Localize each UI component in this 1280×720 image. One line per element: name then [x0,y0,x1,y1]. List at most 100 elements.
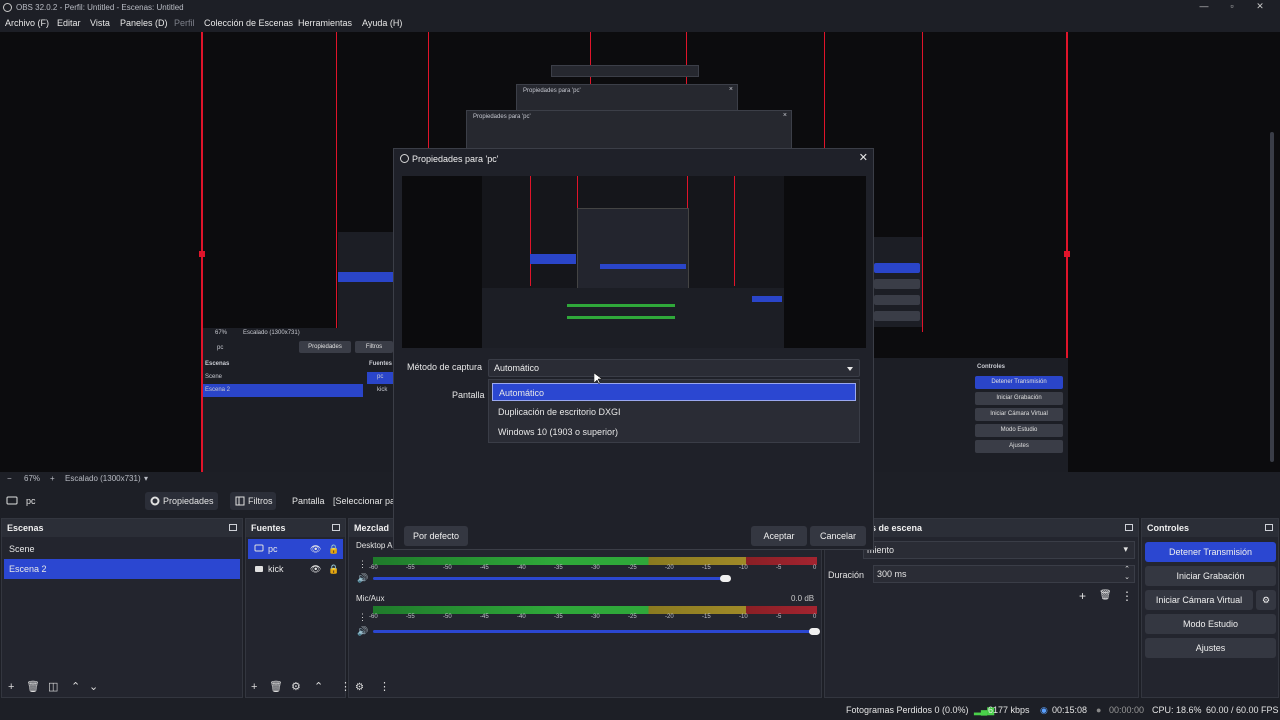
volume-slider[interactable] [373,577,728,580]
menu-archivo[interactable]: Archivo (F) [5,18,49,28]
screen-select[interactable]: [Seleccionar pa [333,496,395,506]
eye-icon[interactable]: 👁 [310,539,321,559]
filters-button[interactable]: Filtros [230,492,276,510]
trash-icon[interactable]: 🗑 [269,680,283,693]
nested-filters: Filtros [355,341,393,353]
settings-button[interactable]: Ajustes [1145,638,1276,658]
ok-button[interactable]: Aceptar [751,526,807,546]
nested-scenes-header: Escenas [205,361,230,367]
controls-header: Controles [1147,523,1190,533]
speaker-icon[interactable]: 🔊 [357,573,368,584]
move-down-icon[interactable]: ⌄ [89,680,98,693]
fps: 60.00 / 60.00 FPS [1206,705,1279,715]
meter-tick-label: -20 [665,614,674,620]
scene-item[interactable]: Scene [4,539,240,559]
gear-icon[interactable]: ⚙ [291,680,301,693]
stop-streaming-button[interactable]: Detener Transmisión [1145,542,1276,562]
undock-icon[interactable] [229,524,237,531]
dropdown-option[interactable]: Windows 10 (1903 o superior) [492,423,856,441]
close-icon[interactable]: ✕ [1253,1,1267,13]
maximize-icon[interactable]: ▫ [1225,1,1239,13]
bitrate: 6177 kbps [988,705,1030,715]
more-icon[interactable]: ⋮ [358,612,367,623]
dropdown-option[interactable]: Duplicación de escritorio DXGI [492,403,856,421]
add-icon[interactable]: + [1079,589,1086,603]
undock-icon[interactable] [332,524,340,531]
controls-dock: Controles Detener Transmisión Iniciar Gr… [1141,518,1279,698]
minimize-icon[interactable]: — [1197,1,1211,13]
more-icon[interactable]: ⋮ [379,680,390,693]
undock-icon[interactable] [1125,524,1133,531]
scene-item-selected[interactable]: Escena 2 [4,559,240,579]
add-icon[interactable]: + [8,681,14,693]
controls-dock-header: Controles [1142,519,1278,537]
sources-header: Fuentes [251,523,286,533]
meter-tick-label: -10 [739,614,748,620]
preview-scrollbar[interactable] [1270,132,1274,462]
menu-coleccion-escenas[interactable]: Colección de Escenas [204,18,293,28]
cursor-icon [594,373,602,385]
more-icon[interactable]: ⋮ [1121,589,1133,603]
lock-icon[interactable]: 🔒 [328,539,339,559]
obs-logo-icon [3,3,12,12]
nested-guide [530,176,531,286]
channel-name: Mic/Aux [356,594,385,603]
spin-down-icon[interactable]: ⌄ [1124,573,1130,581]
close-icon[interactable]: ✕ [859,151,868,164]
add-icon[interactable]: + [251,681,257,693]
cancel-button[interactable]: Cancelar [810,526,866,546]
scale-mode-select[interactable]: Escalado (1300x731) [65,474,141,483]
source-item-selected[interactable]: pc 👁 🔒 [248,539,343,559]
properties-button[interactable]: Propiedades [145,492,218,510]
zoom-in-button[interactable]: + [50,474,55,483]
transition-select[interactable]: miento ▾ [863,541,1135,559]
nested-selection [338,272,393,282]
dialog-preview [402,176,866,348]
menu-editar[interactable]: Editar [57,18,81,28]
dropdown-option-selected[interactable]: Automático [492,383,856,401]
volume-knob[interactable] [809,628,820,635]
menu-perfil[interactable]: Perfil [174,18,195,28]
more-icon[interactable]: ⋮ [358,559,367,570]
spin-up-icon[interactable]: ⌃ [1124,565,1130,573]
move-up-icon[interactable]: ⌃ [71,680,80,693]
filter-icon[interactable]: ◫ [48,680,58,693]
meter-tick-label: -35 [554,614,563,620]
zoom-out-button[interactable]: − [7,474,12,483]
chevron-down-icon [847,367,853,371]
audio-meter [373,606,817,614]
menu-vista[interactable]: Vista [90,18,110,28]
ghost-window [551,65,699,77]
nested-obs-left: 67% Escalado (1300x731) pc Propiedades F… [203,328,393,472]
meter-tick-label: -55 [406,614,415,620]
trash-icon[interactable]: 🗑 [26,680,40,693]
gear-icon[interactable]: ⚙ [355,682,364,693]
channel-db: 0.0 dB [791,594,815,603]
start-recording-button[interactable]: Iniciar Grabación [1145,566,1276,586]
duration-spinbox[interactable]: 300 ms ⌃ ⌄ [873,565,1135,583]
virtual-camera-settings-button[interactable]: ⚙ [1256,590,1276,610]
volume-slider[interactable] [373,630,817,633]
capture-method-select[interactable]: Automático [488,359,860,377]
nested-obs-deeper [338,232,393,328]
menu-herramientas[interactable]: Herramientas [298,18,352,28]
filter-icon [235,496,245,506]
volume-knob[interactable] [720,575,731,582]
ghost-close-icon: × [728,86,733,93]
chevron-down-icon[interactable]: ▾ [144,474,148,483]
studio-mode-button[interactable]: Modo Estudio [1145,614,1276,634]
move-up-icon[interactable]: ⌃ [314,680,323,693]
source-item[interactable]: kick 👁 🔒 [248,559,343,579]
defaults-button[interactable]: Por defecto [404,526,468,546]
menu-ayuda[interactable]: Ayuda (H) [362,18,402,28]
start-virtual-camera-button[interactable]: Iniciar Cámara Virtual [1145,590,1253,610]
duration-label: Duración [828,570,865,580]
resize-handle[interactable] [1064,251,1070,257]
eye-icon[interactable]: 👁 [310,559,321,579]
lock-icon[interactable]: 🔒 [328,559,339,579]
speaker-icon[interactable]: 🔊 [357,626,368,637]
trash-icon[interactable]: 🗑 [1099,590,1112,601]
resize-handle[interactable] [199,251,205,257]
menu-paneles[interactable]: Paneles (D) [120,18,168,28]
undock-icon[interactable] [1265,524,1273,531]
